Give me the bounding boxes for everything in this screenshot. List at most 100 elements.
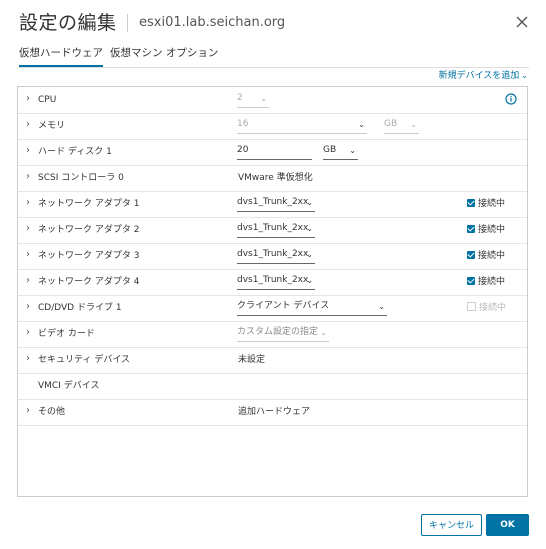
network-adapter-2-connected-checkbox[interactable]: 接続中 [467,224,505,236]
connected-label: 接続中 [478,199,506,209]
cd-dvd-select[interactable]: クライアント デバイス ⌄ [237,299,387,316]
other-value: 追加ハードウェア [238,407,311,417]
expand-chevron-icon[interactable]: › [26,94,36,104]
network-adapter-4-value: dvs1_Trunk_2xx [237,275,309,285]
info-icon[interactable] [505,93,517,105]
cancel-button[interactable]: キャンセル [421,514,482,536]
hardware-row-cpu: › CPU 2 ⌄ [18,87,527,114]
add-new-device-link[interactable]: 新規デバイスを追加 ⌄ [439,70,528,82]
expand-chevron-icon[interactable]: › [26,302,36,312]
hardware-row-network-adapter-1: › ネットワーク アダプタ 1 dvs1_Trunk_2xx ⌄ 接続中 [18,191,527,218]
chevron-down-icon: ⌄ [410,120,417,129]
video-card-value: カスタム設定の指定 [237,327,319,337]
hardware-row-other: › その他 追加ハードウェア [18,399,527,426]
hardware-row-security-device: › セキュリティ デバイス 未設定 [18,347,527,374]
hardware-row-memory: › メモリ 16 ⌄ GB ⌄ [18,113,527,140]
hard-disk-size-value: 20 [237,145,249,155]
network-adapter-2-value: dvs1_Trunk_2xx [237,223,309,233]
hardware-row-vmci: VMCI デバイス [18,373,527,400]
scsi-value: VMware 準仮想化 [238,173,313,183]
chevron-down-icon: ⌄ [349,146,356,155]
memory-size-select[interactable]: 16 ⌄ [237,117,367,134]
dialog-title: 設定の編集 [19,12,117,34]
edit-settings-dialog: 設定の編集 esxi01.lab.seichan.org 仮想ハードウェア 仮想… [0,0,546,549]
hard-disk-label: ハード ディスク 1 [38,147,112,157]
network-adapter-1-value: dvs1_Trunk_2xx [237,197,309,207]
expand-chevron-icon[interactable]: › [26,406,36,416]
video-card-select[interactable]: カスタム設定の指定 ⌄ [237,325,329,342]
dialog-subtitle: esxi01.lab.seichan.org [139,15,286,30]
hardware-row-network-adapter-2: › ネットワーク アダプタ 2 dvs1_Trunk_2xx ⌄ 接続中 [18,217,527,244]
chevron-down-icon: ⌄ [306,276,313,285]
network-adapter-3-value: dvs1_Trunk_2xx [237,249,309,259]
expand-chevron-icon[interactable]: › [26,276,36,286]
chevron-down-icon: ⌄ [306,250,313,259]
network-adapter-2-label: ネットワーク アダプタ 2 [38,225,140,235]
network-adapter-3-select[interactable]: dvs1_Trunk_2xx ⌄ [237,247,315,264]
expand-chevron-icon[interactable]: › [26,198,36,208]
network-adapter-2-select[interactable]: dvs1_Trunk_2xx ⌄ [237,221,315,238]
chevron-down-icon: ⌄ [521,71,528,80]
expand-chevron-icon[interactable]: › [26,328,36,338]
chevron-down-icon: ⌄ [358,120,365,129]
cd-dvd-label: CD/DVD ドライブ 1 [38,303,122,313]
expand-chevron-icon[interactable]: › [26,120,36,130]
checkbox-checked-icon [467,225,475,233]
expand-chevron-icon[interactable]: › [26,172,36,182]
cd-dvd-value: クライアント デバイス [237,301,330,311]
vmci-label: VMCI デバイス [38,381,100,391]
add-device-label: 新規デバイスを追加 [438,71,520,81]
cd-dvd-connected-checkbox[interactable]: 接続中 [467,302,506,314]
connected-label: 接続中 [478,251,506,261]
tab-bar: 仮想ハードウェア 仮想マシン オプション [19,44,528,68]
chevron-down-icon: ⌄ [306,224,313,233]
checkbox-checked-icon [467,251,475,259]
hardware-row-hard-disk: › ハード ディスク 1 20 GB ⌄ [18,139,527,166]
network-adapter-4-label: ネットワーク アダプタ 4 [38,277,140,287]
hardware-list: › CPU 2 ⌄ › メモリ 16 ⌄ GB ⌄ › ハード ディスク 1 2… [17,86,528,497]
connected-label: 接続中 [478,277,506,287]
hard-disk-unit-value: GB [323,145,337,155]
scsi-label: SCSI コントローラ 0 [38,173,124,183]
other-label: その他 [38,407,66,417]
memory-unit-value: GB [384,119,398,129]
cpu-count-select[interactable]: 2 ⌄ [237,91,269,108]
title-divider [127,14,128,32]
network-adapter-3-connected-checkbox[interactable]: 接続中 [467,250,505,262]
tab-virtual-hardware[interactable]: 仮想ハードウェア [19,44,103,68]
video-card-label: ビデオ カード [38,329,95,339]
ok-button[interactable]: OK [486,514,529,536]
network-adapter-3-label: ネットワーク アダプタ 3 [38,251,140,261]
checkbox-checked-icon [467,277,475,285]
dialog-header: 設定の編集 esxi01.lab.seichan.org [19,10,534,38]
hardware-row-network-adapter-4: › ネットワーク アダプタ 4 dvs1_Trunk_2xx ⌄ 接続中 [18,269,527,296]
memory-label: メモリ [38,121,66,131]
connected-label: 接続中 [479,303,507,313]
hardware-row-cd-dvd: › CD/DVD ドライブ 1 クライアント デバイス ⌄ 接続中 [18,295,527,322]
cpu-count-value: 2 [237,93,243,103]
expand-chevron-icon[interactable]: › [26,250,36,260]
checkbox-checked-icon [467,199,475,207]
expand-chevron-icon[interactable]: › [26,354,36,364]
expand-chevron-icon[interactable]: › [26,224,36,234]
hard-disk-size-input[interactable]: 20 [237,143,312,160]
network-adapter-4-connected-checkbox[interactable]: 接続中 [467,276,505,288]
tab-divider [17,67,529,68]
memory-unit-select[interactable]: GB ⌄ [384,117,419,134]
chevron-down-icon: ⌄ [378,302,385,311]
hardware-row-video-card: › ビデオ カード カスタム設定の指定 ⌄ [18,321,527,348]
network-adapter-4-select[interactable]: dvs1_Trunk_2xx ⌄ [237,273,315,290]
network-adapter-1-connected-checkbox[interactable]: 接続中 [467,198,505,210]
expand-chevron-icon[interactable]: › [26,146,36,156]
hardware-row-network-adapter-3: › ネットワーク アダプタ 3 dvs1_Trunk_2xx ⌄ 接続中 [18,243,527,270]
connected-label: 接続中 [478,225,506,235]
hard-disk-unit-select[interactable]: GB ⌄ [323,143,358,160]
network-adapter-1-select[interactable]: dvs1_Trunk_2xx ⌄ [237,195,315,212]
memory-size-value: 16 [237,119,249,129]
chevron-down-icon: ⌄ [306,198,313,207]
tab-vm-options[interactable]: 仮想マシン オプション [110,44,218,65]
hardware-row-scsi: › SCSI コントローラ 0 VMware 準仮想化 [18,165,527,192]
close-icon[interactable] [514,14,530,30]
chevron-down-icon: ⌄ [260,94,267,103]
security-device-label: セキュリティ デバイス [38,355,131,365]
